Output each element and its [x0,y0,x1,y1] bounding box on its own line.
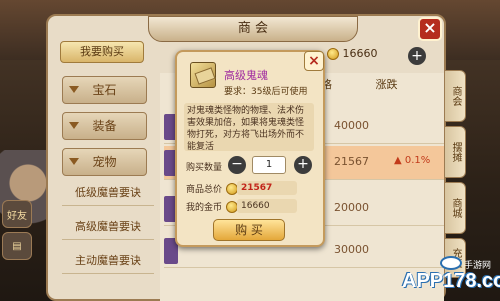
row-price: 40000 [334,119,369,132]
qty-label: 购买数量 [186,163,223,173]
chat-icon[interactable]: ▤ [2,232,32,260]
total-label: 商品总价 [186,185,223,195]
row-change: ▲ 0.1% [394,155,431,166]
chevron-down-icon [69,158,79,165]
quantity-stepper[interactable]: 1 [252,156,286,174]
tab-commerce[interactable]: 商会 [444,70,466,122]
want-to-buy-button[interactable]: 我要购买 [60,41,144,63]
col-change: 涨跌 [375,78,398,91]
gold-coin-icon [327,48,339,60]
mygold-value: 16660 [237,199,297,213]
mygold-label: 我的金币 [186,203,223,213]
category-gem[interactable]: 宝石 [62,76,147,104]
category-equipment[interactable]: 装备 [62,112,147,140]
chevron-down-icon [69,86,79,93]
plus-button[interactable]: + [294,156,312,174]
category-label: 装备 [92,119,117,133]
add-gold-button[interactable]: + [408,47,426,65]
tab-stall[interactable]: 摆摊 [444,126,466,178]
row-price: 20000 [334,201,369,214]
app178-logo-icon [440,256,462,270]
watermark: APP178.com [402,270,500,292]
item-name: 高级鬼魂 [224,69,268,82]
tab-mall[interactable]: 商城 [444,182,466,234]
subcategory-high-skill[interactable]: 高级魔兽要诀 [62,214,154,240]
category-label: 宠物 [92,155,117,169]
total-value: 21567 [237,181,297,195]
popup-close-icon[interactable]: × [304,51,324,71]
gold-balance: 16660 [327,47,378,60]
row-price: 21567 [334,155,369,168]
scroll-icon [190,62,216,88]
friends-label: 好友 [7,210,27,222]
close-icon[interactable]: × [418,17,442,41]
subcategory-low-skill[interactable]: 低级魔兽要诀 [62,180,154,206]
gold-balance-value: 16660 [342,47,378,60]
item-requirement: 要求：35级后可使用 [224,87,308,97]
chevron-down-icon [69,122,79,129]
friends-button[interactable]: 好友 [2,200,32,228]
buy-button[interactable]: 购 买 [213,219,285,241]
row-price: 30000 [334,243,369,256]
item-description: 对鬼魂类怪物的物理、法术伤害效果加倍，如果将鬼魂类怪物打死，对方将飞出场外而不能… [184,103,314,152]
minus-button[interactable]: − [228,156,246,174]
category-pet[interactable]: 宠物 [62,148,147,176]
shop-title: 商 会 [148,16,358,42]
category-label: 宝石 [92,83,117,97]
subcategory-active-skill[interactable]: 主动魔兽要诀 [62,248,154,274]
